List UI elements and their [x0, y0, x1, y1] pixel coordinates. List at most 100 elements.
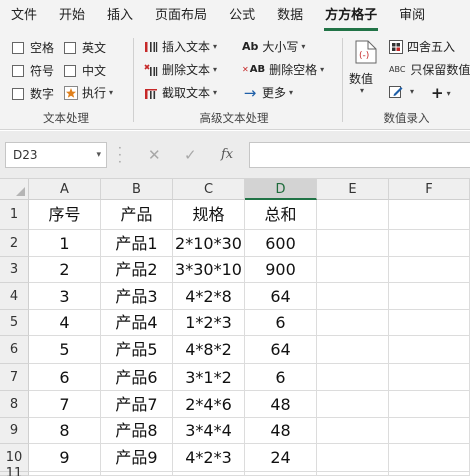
tab-home[interactable]: 开始 — [48, 0, 96, 32]
confirm-icon[interactable]: ✓ — [184, 142, 197, 168]
column-header-a[interactable]: A — [29, 179, 101, 200]
cell-e11[interactable] — [317, 472, 389, 476]
cell-b3[interactable]: 产品2 — [101, 257, 173, 283]
checkbox-english[interactable]: 英文 — [64, 39, 106, 56]
column-header-e[interactable]: E — [317, 179, 389, 200]
add-dropdown-button[interactable]: + ▾ — [431, 84, 451, 102]
checkbox-chinese[interactable]: 中文 — [64, 62, 106, 79]
cell-f9[interactable] — [389, 418, 470, 444]
cell-b8[interactable]: 产品7 — [101, 391, 173, 418]
column-header-f[interactable]: F — [389, 179, 470, 200]
cell-d8[interactable]: 48 — [245, 391, 317, 418]
insert-text-button[interactable]: 插入文本 ▾ — [144, 38, 217, 55]
column-header-d[interactable]: D — [245, 179, 317, 200]
checkbox-box[interactable] — [12, 87, 24, 100]
cell-f7[interactable] — [389, 364, 470, 391]
cell-d9[interactable]: 48 — [245, 418, 317, 444]
tab-review[interactable]: 审阅 — [388, 0, 436, 32]
name-box[interactable]: D23 ▾ — [5, 142, 107, 168]
column-header-b[interactable]: B — [101, 179, 173, 200]
cell-c7[interactable]: 3*1*2 — [173, 364, 245, 391]
cell-e7[interactable] — [317, 364, 389, 391]
cell-c10[interactable]: 4*2*3 — [173, 444, 245, 472]
cell-c3[interactable]: 3*30*10 — [173, 257, 245, 283]
row-header-5[interactable]: 5 — [0, 310, 29, 336]
cell-c6[interactable]: 4*8*2 — [173, 336, 245, 364]
row-header-2[interactable]: 2 — [0, 230, 29, 257]
cell-b7[interactable]: 产品6 — [101, 364, 173, 391]
cell-b9[interactable]: 产品8 — [101, 418, 173, 444]
cell-c9[interactable]: 3*4*4 — [173, 418, 245, 444]
checkbox-space[interactable]: 空格 — [12, 39, 54, 56]
checkbox-number[interactable]: 数字 — [12, 85, 54, 102]
tab-insert[interactable]: 插入 — [96, 0, 144, 32]
cell-c4[interactable]: 4*2*8 — [173, 283, 245, 310]
formula-input[interactable] — [249, 142, 470, 168]
cell-e1[interactable] — [317, 200, 389, 230]
tab-page-layout[interactable]: 页面布局 — [144, 0, 218, 32]
case-button[interactable]: Ab 大小写 ▾ — [242, 38, 305, 55]
cell-e2[interactable] — [317, 230, 389, 257]
insert-function-button[interactable]: fx — [221, 142, 233, 168]
cell-f11[interactable] — [389, 472, 470, 476]
cell-b10[interactable]: 产品9 — [101, 444, 173, 472]
checkbox-box[interactable] — [64, 64, 76, 77]
cell-f1[interactable] — [389, 200, 470, 230]
cell-e6[interactable] — [317, 336, 389, 364]
cancel-icon[interactable]: ✕ — [148, 142, 161, 168]
checkbox-box[interactable] — [12, 41, 24, 54]
delete-spaces-button[interactable]: ✕ AB 删除空格 ▾ — [242, 61, 324, 78]
cell-e9[interactable] — [317, 418, 389, 444]
cell-e8[interactable] — [317, 391, 389, 418]
execute-button[interactable]: 执行 ▾ — [64, 84, 113, 101]
cell-c11[interactable] — [173, 472, 245, 476]
select-all-button[interactable] — [0, 179, 29, 200]
cell-c8[interactable]: 2*4*6 — [173, 391, 245, 418]
chevron-down-icon[interactable]: ▾ — [96, 143, 101, 167]
cell-b11[interactable] — [101, 472, 173, 476]
keep-numeric-button[interactable]: ABC 只保留数值 — [389, 61, 470, 78]
tab-data[interactable]: 数据 — [266, 0, 314, 32]
cell-d7[interactable]: 6 — [245, 364, 317, 391]
row-header-11[interactable]: 11 — [0, 467, 29, 476]
cell-a10[interactable]: 9 — [29, 444, 101, 472]
cell-e5[interactable] — [317, 310, 389, 336]
cell-f4[interactable] — [389, 283, 470, 310]
cell-f2[interactable] — [389, 230, 470, 257]
row-header-7[interactable]: 7 — [0, 364, 29, 391]
cell-f5[interactable] — [389, 310, 470, 336]
cell-d6[interactable]: 64 — [245, 336, 317, 364]
cell-d1[interactable]: 总和 — [245, 200, 317, 230]
cell-b1[interactable]: 产品 — [101, 200, 173, 230]
cell-b2[interactable]: 产品1 — [101, 230, 173, 257]
row-header-6[interactable]: 6 — [0, 336, 29, 364]
cell-d2[interactable]: 600 — [245, 230, 317, 257]
extract-text-button[interactable]: 截取文本 ▾ — [144, 84, 217, 101]
cell-a8[interactable]: 7 — [29, 391, 101, 418]
more-button[interactable]: → 更多 ▾ — [242, 84, 293, 102]
cell-e10[interactable] — [317, 444, 389, 472]
cell-d4[interactable]: 64 — [245, 283, 317, 310]
cell-b5[interactable]: 产品4 — [101, 310, 173, 336]
cell-a6[interactable]: 5 — [29, 336, 101, 364]
cell-f8[interactable] — [389, 391, 470, 418]
row-header-1[interactable]: 1 — [0, 200, 29, 230]
cell-a1[interactable]: 序号 — [29, 200, 101, 230]
row-header-9[interactable]: 9 — [0, 418, 29, 444]
edit-dropdown-button[interactable]: ▾ — [389, 84, 414, 98]
round-button[interactable]: 四舍五入 — [389, 38, 455, 55]
drag-handle-icon[interactable]: · · · — [118, 142, 122, 168]
row-header-8[interactable]: 8 — [0, 391, 29, 418]
cell-a2[interactable]: 1 — [29, 230, 101, 257]
cell-d5[interactable]: 6 — [245, 310, 317, 336]
checkbox-box[interactable] — [64, 41, 76, 54]
cell-d10[interactable]: 24 — [245, 444, 317, 472]
cell-e4[interactable] — [317, 283, 389, 310]
tab-file[interactable]: 文件 — [0, 0, 48, 32]
cell-a7[interactable]: 6 — [29, 364, 101, 391]
cell-c5[interactable]: 1*2*3 — [173, 310, 245, 336]
numeric-button[interactable]: (-) 数值 ▾ — [349, 37, 381, 99]
cell-d11[interactable] — [245, 472, 317, 476]
cell-e3[interactable] — [317, 257, 389, 283]
cell-a3[interactable]: 2 — [29, 257, 101, 283]
